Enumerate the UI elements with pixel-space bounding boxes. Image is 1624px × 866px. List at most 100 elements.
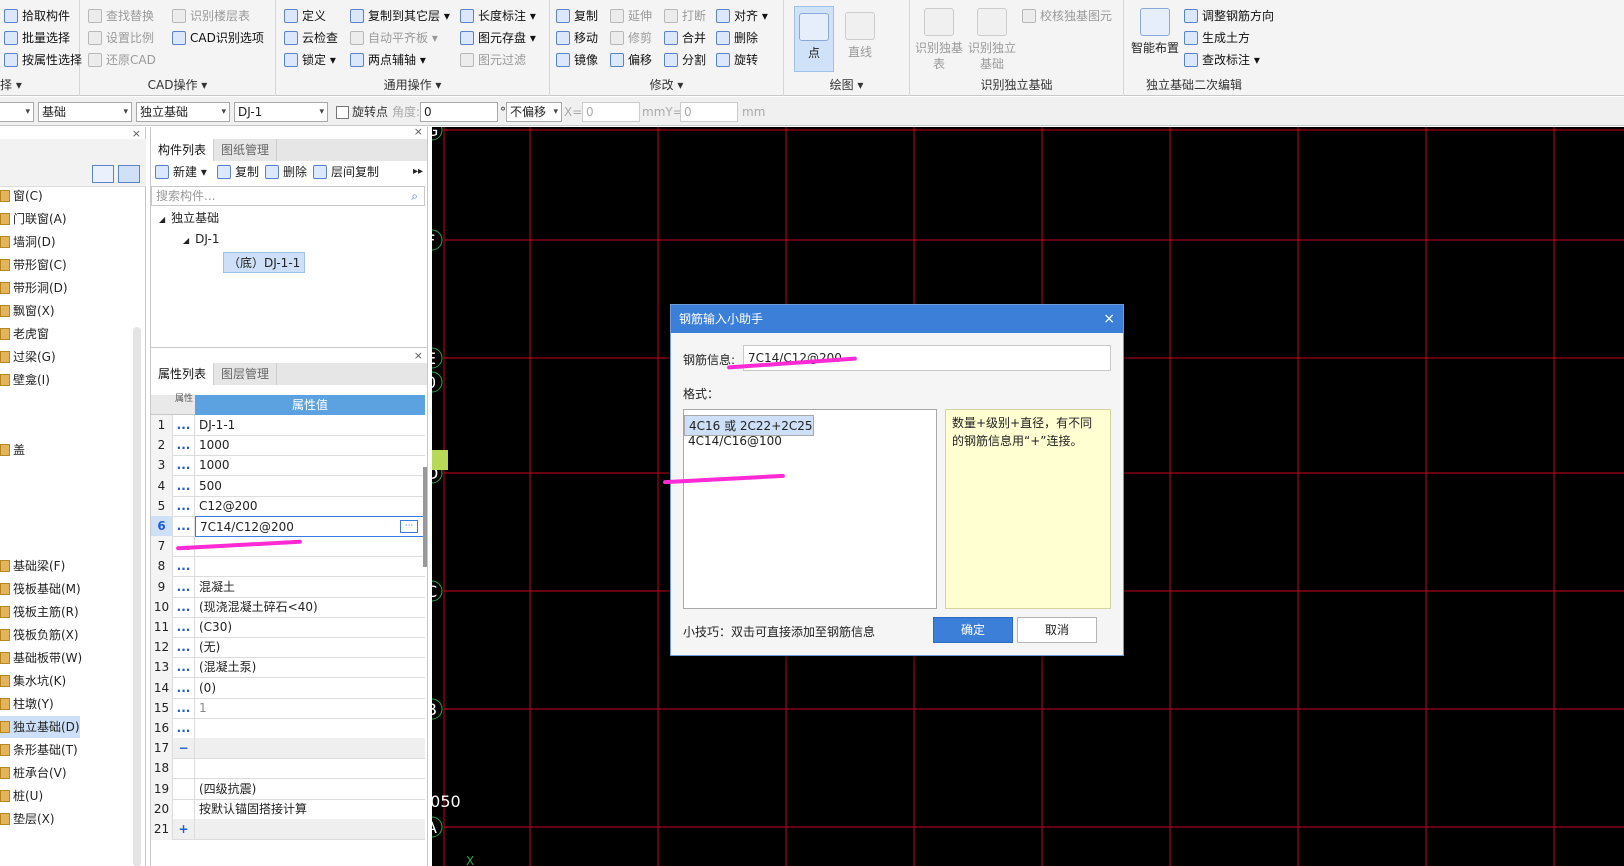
- break-button[interactable]: 打断: [664, 6, 706, 26]
- row-value[interactable]: (C30): [195, 617, 425, 638]
- row-value[interactable]: 混凝土: [195, 577, 425, 598]
- find-replace-button[interactable]: 查找替换: [88, 6, 154, 26]
- table-row[interactable]: 9... 混凝土: [151, 576, 425, 598]
- nav-item[interactable]: 飘窗(X): [0, 300, 130, 322]
- grid-view-icon[interactable]: [118, 165, 140, 183]
- row-expand[interactable]: ...: [173, 677, 195, 699]
- row-expand[interactable]: ...: [173, 718, 195, 739]
- row-expand[interactable]: ...: [173, 596, 195, 618]
- cancel-button[interactable]: 取消: [1017, 617, 1097, 643]
- table-row[interactable]: 5... C12@200: [151, 495, 425, 517]
- row-expand[interactable]: ...: [173, 455, 195, 477]
- y-input[interactable]: 0: [680, 102, 738, 122]
- batch-select-button[interactable]: 批量选择: [4, 28, 70, 48]
- lock-button[interactable]: 锁定 ▾: [284, 50, 336, 70]
- nav-item[interactable]: 筏板负筋(X): [0, 624, 130, 646]
- table-row[interactable]: 21 +: [151, 819, 425, 840]
- row-value[interactable]: [195, 738, 425, 759]
- two-point-axis-button[interactable]: 两点辅轴 ▾: [350, 50, 426, 70]
- table-row[interactable]: 1... DJ-1-1: [151, 415, 425, 436]
- list-view-icon[interactable]: [92, 165, 114, 183]
- group-caption[interactable]: 修改 ▾: [550, 76, 783, 93]
- row-expand[interactable]: ...: [173, 657, 195, 679]
- offset-select[interactable]: 不偏移 ▾: [506, 102, 562, 122]
- table-row[interactable]: 18: [151, 758, 425, 780]
- nav-item[interactable]: 盖: [0, 439, 130, 461]
- ok-button[interactable]: 确定: [933, 617, 1013, 643]
- row-expand[interactable]: +: [173, 819, 195, 840]
- nav-item[interactable]: 墙洞(D): [0, 231, 130, 253]
- nav-item[interactable]: 桩承台(V): [0, 762, 130, 784]
- row-expand[interactable]: ...: [173, 556, 195, 578]
- layer-copy-button[interactable]: 层间复制: [313, 162, 379, 182]
- format-list[interactable]: 4C16 或 2C22+2C25 C16@100 4C14/C16@100: [683, 409, 937, 609]
- row-value[interactable]: (无): [195, 637, 425, 658]
- mirror-button[interactable]: 镜像: [556, 50, 598, 70]
- save-element-button[interactable]: 图元存盘 ▾: [460, 28, 536, 48]
- nav-item[interactable]: 独立基础(D): [0, 716, 80, 738]
- row-expand[interactable]: ...: [173, 475, 195, 497]
- row-value[interactable]: (0): [195, 678, 425, 699]
- smart-place-button[interactable]: 智能布置: [1130, 8, 1180, 56]
- new-button[interactable]: 新建 ▾: [155, 162, 207, 182]
- define-button[interactable]: 定义: [284, 6, 326, 26]
- row-value[interactable]: 1000: [195, 455, 425, 476]
- select-by-attr-button[interactable]: 按属性选择: [4, 50, 82, 70]
- move-button[interactable]: 移动: [556, 28, 598, 48]
- merge-button[interactable]: 合并: [664, 28, 706, 48]
- delete-component-button[interactable]: 删除: [265, 162, 307, 182]
- nav-item[interactable]: 筏板主筋(R): [0, 601, 130, 623]
- nav-item[interactable]: 基础板带(W): [0, 647, 130, 669]
- pick-component-button[interactable]: 拾取构件: [4, 6, 70, 26]
- format-item[interactable]: 4C16 或 2C22+2C25: [684, 415, 814, 436]
- table-row[interactable]: 2... 1000: [151, 435, 425, 457]
- adjust-rebar-direction-button[interactable]: 调整钢筋方向: [1184, 6, 1274, 26]
- tree-node-dj1-1[interactable]: （底）DJ-1-1: [223, 252, 306, 273]
- table-row[interactable]: 13... (混凝土泵): [151, 657, 425, 679]
- element-filter-button[interactable]: 图元过滤: [460, 50, 526, 70]
- row-expand[interactable]: [173, 798, 195, 820]
- table-row[interactable]: 11... (C30): [151, 617, 425, 638]
- delete-button[interactable]: 删除: [716, 28, 758, 48]
- copy-to-layer-button[interactable]: 复制到其它层 ▾: [350, 6, 450, 26]
- row-expand[interactable]: ...: [173, 697, 195, 719]
- tab-component-list[interactable]: 构件列表: [151, 139, 215, 161]
- foundation-element[interactable]: [432, 450, 448, 470]
- cad-options-button[interactable]: CAD识别选项: [172, 28, 264, 48]
- copy-button[interactable]: 复制: [556, 6, 598, 26]
- length-dim-button[interactable]: 长度标注 ▾: [460, 6, 536, 26]
- edit-annotation-button[interactable]: 查改标注 ▾: [1184, 50, 1260, 70]
- row-value[interactable]: C12@200: [195, 496, 425, 517]
- align-button[interactable]: 对齐 ▾: [716, 6, 768, 26]
- table-row[interactable]: 6... 7C14/C12@200 ···: [151, 516, 425, 537]
- table-row[interactable]: 4... 500: [151, 475, 425, 497]
- tree-node-foundation[interactable]: ◢ 独立基础: [159, 209, 219, 226]
- row-value[interactable]: [195, 556, 425, 577]
- generate-earthwork-button[interactable]: 生成土方: [1184, 28, 1250, 48]
- component-search-input[interactable]: 搜索构件... ⌕: [151, 186, 425, 206]
- row-expand[interactable]: ...: [173, 637, 195, 659]
- row-expand[interactable]: ...: [173, 435, 195, 457]
- edit-ellipsis-button[interactable]: ···: [400, 520, 418, 533]
- group-caption[interactable]: 通用操作 ▾: [276, 76, 549, 93]
- component-select[interactable]: DJ-1 ▾: [234, 102, 328, 122]
- angle-input[interactable]: 0: [420, 102, 498, 122]
- row-value[interactable]: [195, 718, 425, 739]
- row-expand[interactable]: ...: [173, 415, 195, 436]
- category-select[interactable]: 基础 ▾: [38, 102, 132, 122]
- table-row[interactable]: 12... (无): [151, 637, 425, 659]
- nav-item[interactable]: 柱墩(Y): [0, 693, 130, 715]
- table-row[interactable]: 16...: [151, 718, 425, 739]
- group-caption[interactable]: 择 ▾: [0, 76, 79, 93]
- offset-button[interactable]: 偏移: [610, 50, 652, 70]
- identify-table-button[interactable]: 识别独基表: [914, 8, 964, 72]
- identify-foundation-button[interactable]: 识别独立基础: [964, 8, 1020, 72]
- group-caption[interactable]: 绘图 ▾: [784, 76, 909, 93]
- row-value[interactable]: 按默认锚固搭接计算: [195, 799, 425, 820]
- close-icon[interactable]: ×: [414, 349, 423, 362]
- row-expand[interactable]: ...: [173, 576, 195, 598]
- table-row[interactable]: 3... 1000: [151, 455, 425, 477]
- row-value[interactable]: 1000: [195, 435, 425, 456]
- cloud-check-button[interactable]: 云检查: [284, 28, 338, 48]
- set-scale-button[interactable]: 设置比例: [88, 28, 154, 48]
